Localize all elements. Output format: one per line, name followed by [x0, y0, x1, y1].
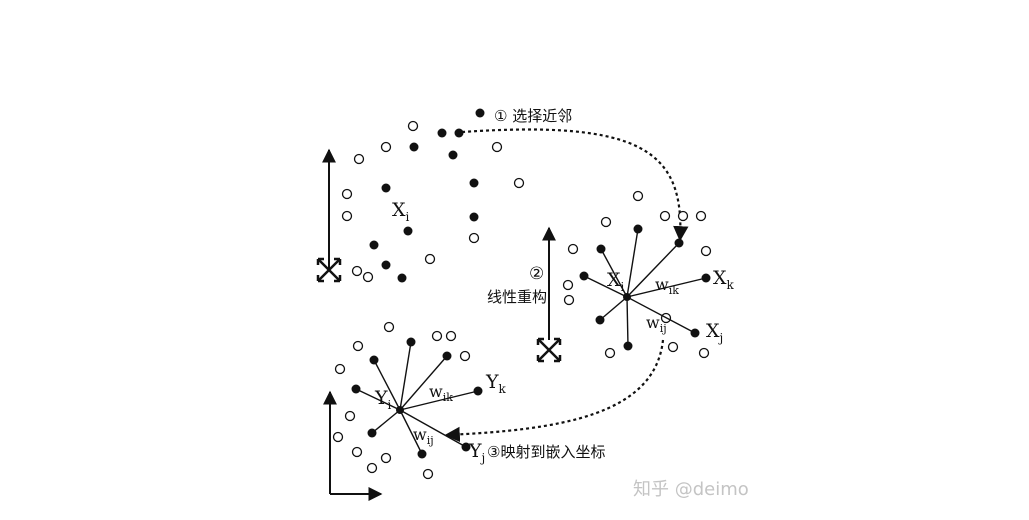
step1-label: ① 选择近邻 — [494, 107, 572, 125]
lle-diagram: Xi ① 选择近邻 ② 线性重构 Xi Xk Xj wik wij ③映射到嵌入… — [316, 107, 749, 501]
embedding-yk-label: Yk — [485, 371, 507, 396]
reconstruction-neighbor-points — [579, 224, 711, 351]
reconstruction-xj-label: Xj — [706, 320, 723, 345]
high-dim-panel: Xi — [316, 108, 525, 283]
embedding-yj-label: Yj — [468, 440, 485, 465]
watermark: 知乎 @deimo — [633, 479, 749, 500]
reconstruction-wik-label: wik — [655, 275, 679, 297]
embedding-wik-label: wik — [429, 382, 453, 404]
step3-label: ③映射到嵌入坐标 — [487, 443, 605, 461]
reconstruction-panel: ② 线性重构 Xi Xk Xj wik wij — [487, 190, 735, 363]
embedding-panel: Yi Yk Yj wik wij — [323, 321, 507, 501]
step2-label: 线性重构 — [487, 288, 547, 306]
reconstruction-xi-label: Xi — [607, 269, 625, 294]
embedding-yi-label: Yi — [374, 387, 392, 412]
step2-number: ② — [529, 264, 544, 284]
high-dim-open-points — [341, 120, 525, 283]
reconstruction-dimensions-icon — [536, 337, 562, 363]
high-dim-xi-label: Xi — [392, 199, 410, 224]
reconstruction-xk-label: Xk — [713, 267, 735, 292]
embedding-wij-label: wij — [413, 425, 434, 447]
